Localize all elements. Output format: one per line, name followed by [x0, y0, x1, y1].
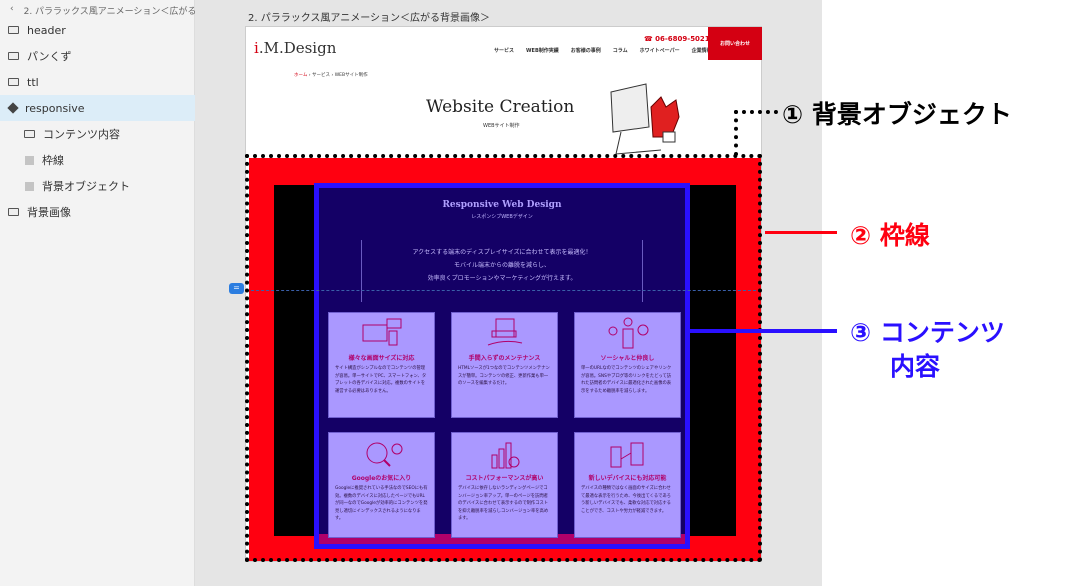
- annotation-leader-3: [690, 329, 837, 333]
- nav-item[interactable]: サービス: [494, 47, 514, 54]
- folder-icon: [8, 26, 19, 34]
- artboard-title[interactable]: 2. パララックス風アニメーション＜広がる背景画像＞: [248, 9, 490, 24]
- layer-bg-object[interactable]: 背景オブジェクト: [0, 173, 195, 199]
- computer-mascot-illustration: [610, 83, 680, 155]
- layer-responsive[interactable]: responsive: [0, 95, 195, 121]
- rectangle-icon: [25, 155, 34, 165]
- site-nav: サービス WEB制作実績 お客様の事例 コラム ホワイトペーパー 企業情報: [494, 47, 712, 54]
- hero-title: Website Creation: [426, 97, 575, 117]
- layer-border[interactable]: 枠線: [0, 147, 195, 173]
- layers-panel: ‹ 2. パララックス風アニメーション＜広がる背… header パンくず ttl…: [0, 0, 214, 586]
- nav-item[interactable]: コラム: [613, 47, 628, 54]
- folder-icon: [8, 78, 19, 86]
- layer-breadcrumb[interactable]: パンくず: [0, 43, 195, 69]
- hero-subtitle: WEBサイト制作: [483, 123, 520, 129]
- component-icon: [7, 102, 19, 114]
- site-logo: i.M.Design: [254, 39, 337, 57]
- annotation-border: ② 枠線: [850, 221, 930, 250]
- nav-item[interactable]: お客様の事例: [571, 47, 601, 54]
- nav-item[interactable]: ホワイトペーパー: [640, 47, 680, 54]
- layer-contents[interactable]: コンテンツ内容: [0, 121, 195, 147]
- back-button[interactable]: ‹ 2. パララックス風アニメーション＜広がる背…: [10, 4, 214, 17]
- guide-handle[interactable]: =: [229, 283, 244, 294]
- annotation-contents: ③ コンテンツ 内容: [850, 318, 1005, 381]
- nav-item[interactable]: WEB制作実績: [526, 47, 559, 54]
- folder-icon: [24, 130, 35, 138]
- folder-icon: [8, 208, 19, 216]
- layer-ttl[interactable]: ttl: [0, 69, 195, 95]
- folder-icon: [8, 52, 19, 60]
- layer-header[interactable]: header: [0, 17, 195, 43]
- annotation-bg-object: ① 背景オブジェクト: [782, 100, 1012, 129]
- annotation-leader-2: [765, 231, 837, 234]
- layer-bg-image[interactable]: 背景画像: [0, 199, 195, 225]
- rectangle-icon: [25, 181, 34, 191]
- annotation-leader-1: [734, 110, 778, 156]
- chevron-left-icon: ‹: [10, 4, 14, 14]
- contact-button[interactable]: お問い合わせ: [708, 27, 762, 60]
- selection-outline[interactable]: [245, 154, 762, 562]
- phone-number: ☎ 06-6809-5021: [644, 35, 710, 43]
- breadcrumb: ホーム › サービス › WEBサイト制作: [294, 73, 368, 78]
